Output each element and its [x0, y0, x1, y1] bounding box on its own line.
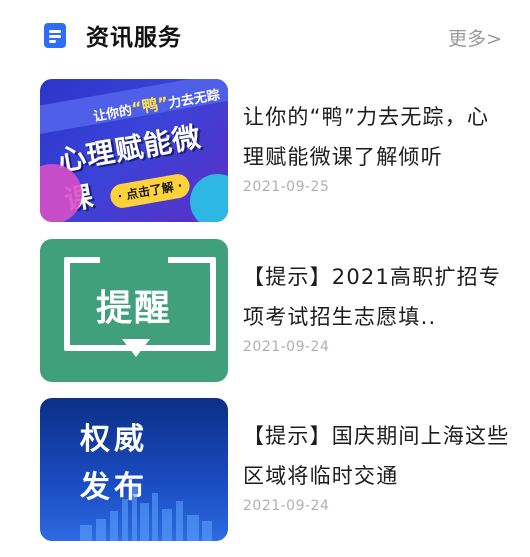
news-thumbnail[interactable]: 提醒	[40, 239, 228, 382]
news-thumbnail[interactable]: 权威 发布	[40, 398, 228, 541]
news-thumbnail[interactable]: 让你的“鸭”力去无踪 心理赋能微课 · 点击了解 ·	[40, 79, 228, 222]
speech-bubble-tail	[122, 339, 150, 357]
news-title[interactable]: 【提示】国庆期间上海这些区域将临时交通	[243, 416, 511, 496]
news-item[interactable]: 让你的“鸭”力去无踪 心理赋能微课 · 点击了解 · 让你的“鸭”力去无踪，心理…	[0, 79, 530, 229]
news-item[interactable]: 提醒 【提示】2021高职扩招专项考试招生志愿填.. 2021-09-24	[0, 239, 530, 389]
news-item[interactable]: 权威 发布 【提示】国庆期间上海这些区域将临时交通 2021-09-24	[0, 398, 530, 548]
thumbnail-headline: 权威	[80, 422, 148, 457]
news-title[interactable]: 让你的“鸭”力去无踪，心理赋能微课了解倾听	[243, 97, 511, 177]
news-date: 2021-09-25	[243, 179, 330, 195]
news-date: 2021-09-24	[243, 339, 330, 355]
document-icon	[44, 23, 66, 48]
news-title[interactable]: 【提示】2021高职扩招专项考试招生志愿填..	[243, 257, 511, 337]
thumbnail-headline: 提醒	[95, 288, 172, 329]
section-header: 资讯服务 更多>	[0, 0, 530, 70]
news-date: 2021-09-24	[243, 498, 330, 514]
section-title: 资讯服务	[86, 25, 182, 51]
city-skyline-icon	[80, 487, 212, 541]
more-link[interactable]: 更多>	[448, 24, 502, 51]
